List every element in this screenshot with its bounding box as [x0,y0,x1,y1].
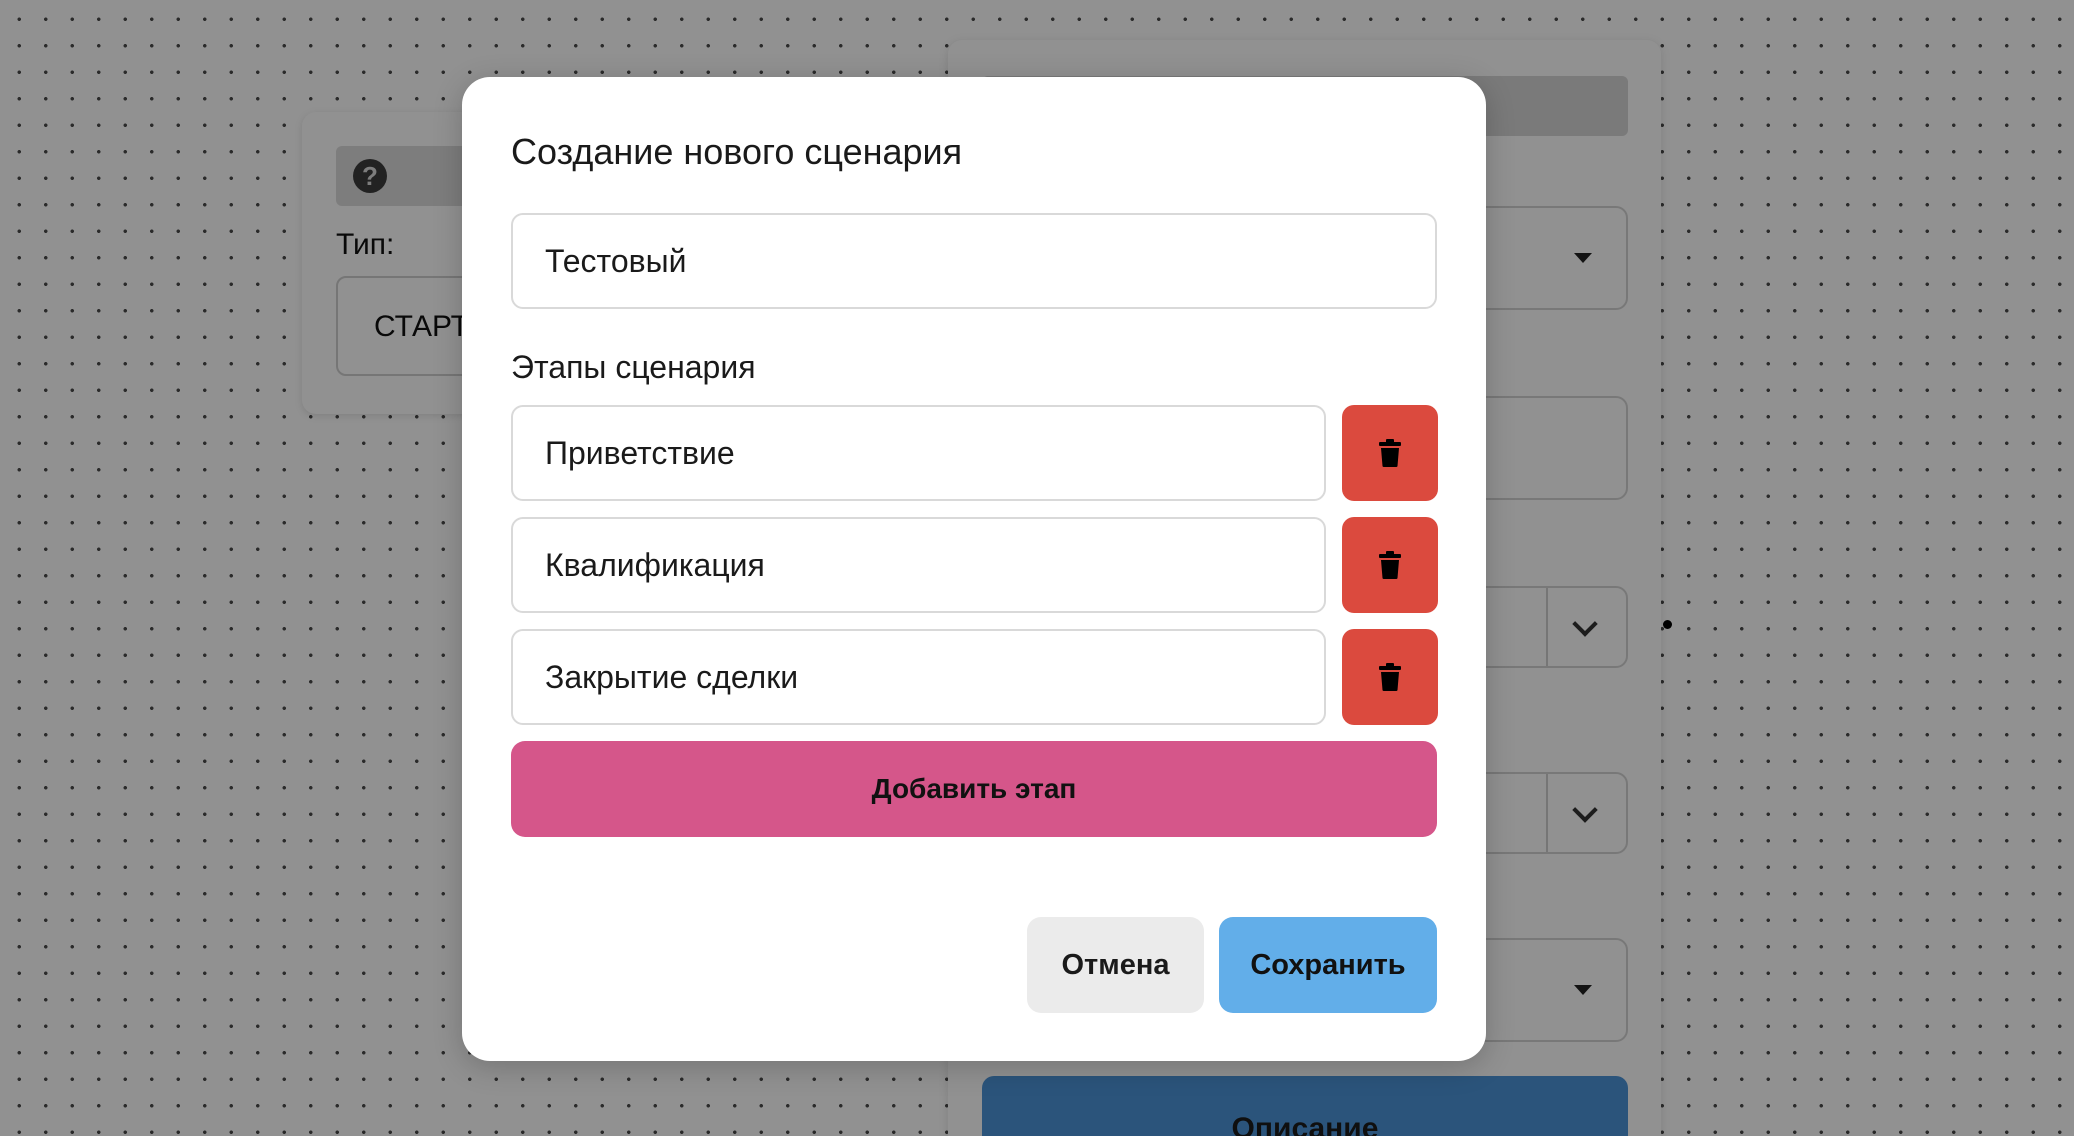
flow-canvas[interactable]: ? Тип: СТАРТ Описание Создание нового сц… [0,0,2074,1136]
modal-title: Создание нового сценария [511,131,963,172]
add-stage-button[interactable]: Добавить этап [511,741,1437,837]
cancel-button[interactable]: Отмена [1027,917,1204,1013]
trash-icon [1379,551,1401,579]
stage-row [511,405,1438,501]
trash-icon [1379,663,1401,691]
delete-stage-button[interactable] [1342,405,1438,501]
delete-stage-button[interactable] [1342,517,1438,613]
save-button[interactable]: Сохранить [1219,917,1437,1013]
stage-row [511,517,1438,613]
stage-input[interactable] [511,517,1326,613]
delete-stage-button[interactable] [1342,629,1438,725]
scenario-name-input[interactable] [511,213,1437,309]
stage-row [511,629,1438,725]
trash-icon [1379,439,1401,467]
stage-input[interactable] [511,629,1326,725]
stages-label: Этапы сценария [511,349,756,385]
create-scenario-modal: Создание нового сценария Этапы сценария [462,77,1486,1061]
stage-input[interactable] [511,405,1326,501]
